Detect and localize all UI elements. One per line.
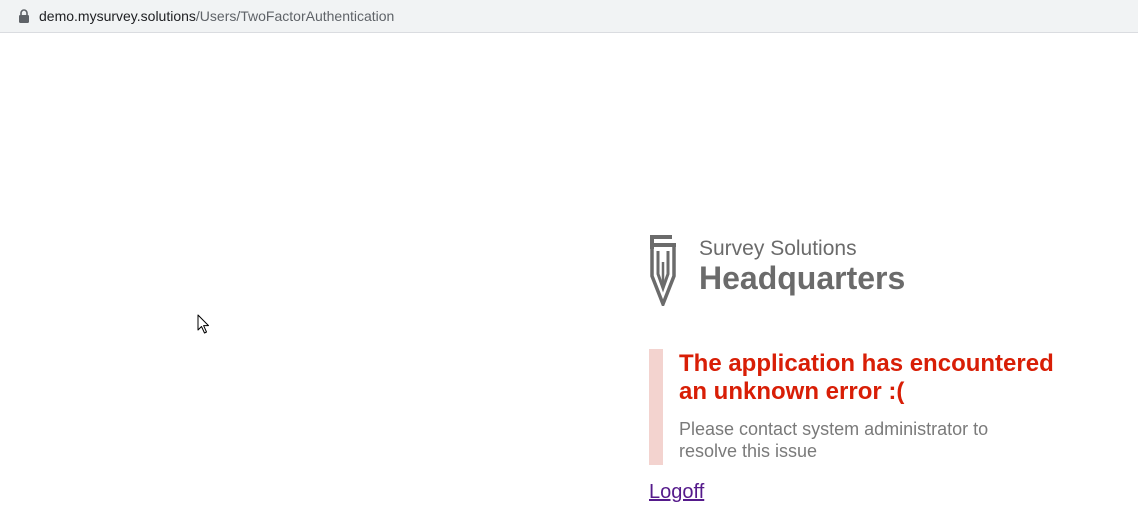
error-heading: The application has encountered an unkno… [679, 350, 1054, 405]
browser-address-bar: demo.mysurvey.solutions/Users/TwoFactorA… [0, 0, 1138, 33]
logo: Survey Solutions Headquarters [649, 233, 1109, 307]
error-message: Please contact system administrator to r… [679, 419, 989, 461]
lock-icon[interactable] [18, 9, 30, 23]
logoff-link[interactable]: Logoff [649, 480, 704, 504]
main-content: Survey Solutions Headquarters The applic… [649, 233, 1109, 503]
pen-nib-icon [650, 235, 676, 306]
omnibox[interactable]: demo.mysurvey.solutions/Users/TwoFactorA… [8, 2, 1138, 30]
url-path: /Users/TwoFactorAuthentication [195, 8, 395, 24]
url-text[interactable]: demo.mysurvey.solutions/Users/TwoFactorA… [39, 8, 394, 24]
brand-title: Headquarters [699, 260, 906, 296]
mouse-cursor-icon [197, 314, 209, 334]
error-panel: The application has encountered an unkno… [649, 349, 1069, 465]
url-host: demo.mysurvey.solutions [39, 8, 196, 24]
brand-subtitle: Survey Solutions [699, 237, 857, 260]
